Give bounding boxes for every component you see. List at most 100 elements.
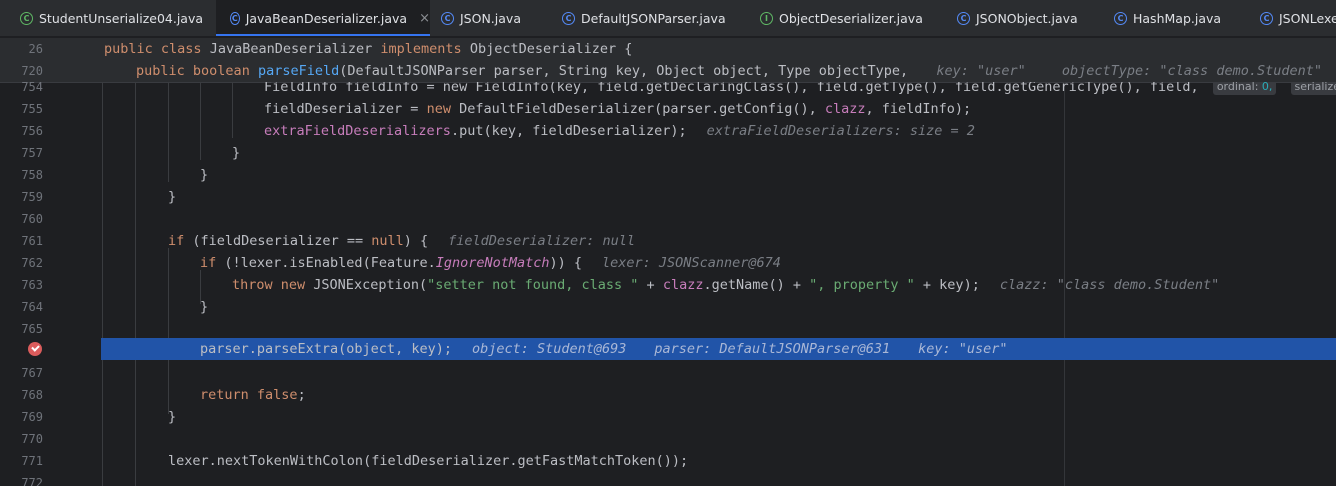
tab-defaultjsonparser[interactable]: C DefaultJSONParser.java <box>562 0 726 36</box>
code-token: } <box>200 299 209 315</box>
tab-json[interactable]: C JSON.java <box>441 0 521 36</box>
line-number: 26 <box>28 42 43 56</box>
line-number: 762 <box>21 256 43 270</box>
line-number: 754 <box>21 82 43 94</box>
line-number: 772 <box>21 476 43 486</box>
sticky-line-method[interactable]: 720 public boolean parseField(DefaultJSO… <box>0 60 1336 83</box>
code-token: .put(key, fieldDeserializer); <box>450 123 687 139</box>
tab-label: HashMap.java <box>1133 10 1222 26</box>
code-token: ; <box>297 387 306 403</box>
code-token: (fieldDeserializer == <box>184 233 372 249</box>
code-editor[interactable]: 754 FieldInfo fieldInfo = new FieldInfo(… <box>0 82 1336 486</box>
code-line[interactable]: 768 return false; <box>0 384 1336 406</box>
code-token: parser.parseExtra(object, key); <box>200 341 452 357</box>
code-line[interactable]: 757 } <box>0 142 1336 164</box>
inline-debug-value: object: Student@693 <box>471 341 627 357</box>
code-token: (!lexer.isEnabled(Feature. <box>216 255 436 271</box>
tab-label: JSONLexer <box>1279 10 1336 26</box>
code-token: null <box>371 233 404 249</box>
code-line[interactable]: 762 if (!lexer.isEnabled(Feature.IgnoreN… <box>0 252 1336 274</box>
code-token: (DefaultJSONParser parser, String key, O… <box>339 63 909 79</box>
code-line[interactable]: 760 <box>0 208 1336 230</box>
code-line[interactable]: 772 <box>0 472 1336 486</box>
line-number: 761 <box>21 234 43 248</box>
param-hint-badge: serializeFe <box>1290 82 1336 95</box>
inline-debug-value: lexer: JSONScanner@674 <box>602 255 781 271</box>
code-token: } <box>200 167 209 183</box>
line-number: 767 <box>21 366 43 380</box>
inline-debug-value: clazz: "class demo.Student" <box>999 277 1220 293</box>
code-token: )) { <box>549 255 583 271</box>
code-token: if <box>200 255 217 271</box>
code-token: ", property " <box>809 277 915 293</box>
code-line[interactable]: 765 <box>0 318 1336 340</box>
class-icon: C <box>957 11 970 25</box>
interface-icon: I <box>760 11 773 25</box>
code-token: new <box>280 277 306 293</box>
line-number: 770 <box>21 432 43 446</box>
code-token: } <box>232 145 241 161</box>
line-number: 768 <box>21 388 43 402</box>
code-line[interactable]: 758 } <box>0 164 1336 186</box>
code-line[interactable]: 754 FieldInfo fieldInfo = new FieldInfo(… <box>0 82 1336 98</box>
class-icon: C <box>1260 11 1273 25</box>
tab-javabeandeserializer[interactable]: C JavaBeanDeserializer.java × <box>216 0 430 36</box>
breakpoint-icon[interactable] <box>28 342 42 356</box>
code-token: "setter not found, class " <box>427 277 639 293</box>
code-token: lexer.nextTokenWithColon(fieldDeserializ… <box>168 453 689 469</box>
code-token: , fieldInfo); <box>865 101 972 117</box>
inline-debug-value: objectType: "class demo.Student" <box>1061 63 1322 79</box>
code-token: ObjectDeserializer { <box>469 41 633 57</box>
code-line[interactable]: 771 lexer.nextTokenWithColon(fieldDeseri… <box>0 450 1336 472</box>
code-token: DefaultFieldDeserializer(parser.getConfi… <box>450 101 825 117</box>
code-line[interactable]: 761 if (fieldDeserializer == null) {fiel… <box>0 230 1336 252</box>
line-number: 764 <box>21 300 43 314</box>
code-token: + key); <box>914 277 980 293</box>
code-line[interactable]: 755 fieldDeserializer = new DefaultField… <box>0 98 1336 120</box>
tab-studentunserialize04[interactable]: C StudentUnserialize04.java <box>0 0 232 36</box>
code-line[interactable]: 767 <box>0 362 1336 384</box>
line-number: 758 <box>21 168 43 182</box>
code-token: clazz <box>824 101 866 117</box>
code-token: fieldDeserializer = <box>264 101 427 117</box>
current-execution-line[interactable]: parser.parseExtra(object, key); object: S… <box>101 338 1336 360</box>
class-icon: C <box>441 11 454 25</box>
inline-debug-value: extraFieldDeserializers: size = 2 <box>706 123 975 139</box>
code-token: .getName() + <box>703 277 810 293</box>
code-token: IgnoreNotMatch <box>435 255 550 271</box>
tab-label: JSON.java <box>460 10 521 26</box>
code-token: FieldInfo fieldInfo = new FieldInfo(key,… <box>264 82 1199 95</box>
line-number: 756 <box>21 124 43 138</box>
tab-hashmap[interactable]: C HashMap.java <box>1114 0 1221 36</box>
tab-label: StudentUnserialize04.java <box>39 10 204 26</box>
code-line[interactable]: 764 } <box>0 296 1336 318</box>
line-number: 760 <box>21 212 43 226</box>
code-line[interactable]: 770 <box>0 428 1336 450</box>
code-line[interactable]: 759 } <box>0 186 1336 208</box>
param-hint-badge: ordinal: 0, <box>1212 82 1277 95</box>
code-token: false <box>256 387 298 403</box>
inline-debug-value: parser: DefaultJSONParser@631 <box>654 341 891 357</box>
code-token: boolean <box>192 63 250 79</box>
code-token: throw <box>232 277 273 293</box>
sticky-line-class[interactable]: 26 public class JavaBeanDeserializer imp… <box>0 38 1336 60</box>
line-number: 755 <box>21 102 43 116</box>
tab-jsonobject[interactable]: C JSONObject.java <box>957 0 1078 36</box>
tab-objectdeserializer[interactable]: I ObjectDeserializer.java <box>760 0 923 36</box>
line-number: 759 <box>21 190 43 204</box>
code-token: public <box>104 41 153 57</box>
line-number: 765 <box>21 322 43 336</box>
tab-label: DefaultJSONParser.java <box>581 10 726 26</box>
tab-jsonlexer[interactable]: C JSONLexer <box>1260 0 1336 36</box>
close-tab-icon[interactable]: × <box>419 11 430 26</box>
code-token: class <box>160 41 202 57</box>
editor-tab-bar: C StudentUnserialize04.java C JavaBeanDe… <box>0 0 1336 37</box>
line-number: 763 <box>21 278 43 292</box>
code-token: } <box>168 189 177 205</box>
code-line[interactable]: 756 extraFieldDeserializers.put(key, fie… <box>0 120 1336 142</box>
code-line[interactable]: 763 throw new JSONException("setter not … <box>0 274 1336 296</box>
param-hint-value: 0, <box>1261 82 1273 93</box>
code-line[interactable]: 769 } <box>0 406 1336 428</box>
